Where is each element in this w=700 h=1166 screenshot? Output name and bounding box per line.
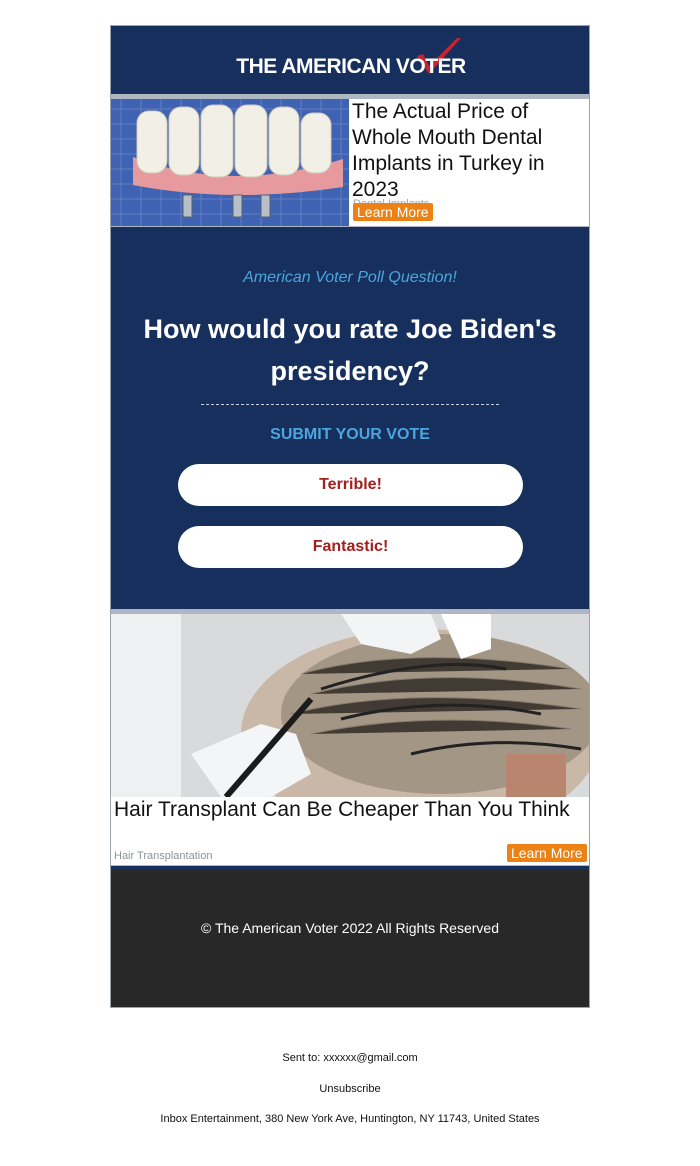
ad-source: Hair Transplantation: [114, 850, 213, 862]
email-footer: © The American Voter 2022 All Rights Res…: [111, 870, 589, 1007]
hair-transplant-photo[interactable]: [111, 614, 589, 797]
ad-headline[interactable]: The Actual Price of Whole Mouth Dental I…: [352, 99, 584, 203]
dental-implants-photo[interactable]: [111, 99, 349, 226]
ad-headline[interactable]: Hair Transplant Can Be Cheaper Than You …: [114, 797, 584, 823]
copyright-text: © The American Voter 2022 All Rights Res…: [201, 920, 499, 936]
poll-question: How would you rate Joe Biden's presidenc…: [143, 314, 557, 386]
sent-to-text: Sent to: xxxxxx@gmail.com: [282, 1052, 418, 1064]
dashed-divider: [201, 404, 499, 405]
learn-more-button[interactable]: Learn More: [507, 844, 587, 862]
vote-fantastic-button[interactable]: Fantastic!: [178, 526, 523, 568]
email-container: THE AMERICAN VOTER The Actual Price of W…: [110, 25, 590, 1008]
submit-vote-heading: SUBMIT YOUR VOTE: [270, 426, 430, 443]
learn-more-button[interactable]: Learn More: [353, 203, 433, 221]
sponsored-ad-hair[interactable]: Hair Transplant Can Be Cheaper Than You …: [111, 614, 589, 865]
logo-wordmark: THE AMERICAN VOTER: [236, 55, 466, 78]
vote-terrible-button[interactable]: Terrible!: [178, 464, 523, 506]
sender-address: Inbox Entertainment, 380 New York Ave, H…: [160, 1113, 540, 1125]
email-header: THE AMERICAN VOTER: [111, 26, 589, 94]
american-voter-logo[interactable]: THE AMERICAN VOTER: [211, 38, 491, 84]
poll-section: American Voter Poll Question! How would …: [111, 231, 589, 609]
sponsored-ad-dental[interactable]: The Actual Price of Whole Mouth Dental I…: [111, 99, 589, 226]
unsubscribe-link[interactable]: Unsubscribe: [0, 1083, 700, 1095]
poll-kicker: American Voter Poll Question!: [243, 269, 457, 286]
